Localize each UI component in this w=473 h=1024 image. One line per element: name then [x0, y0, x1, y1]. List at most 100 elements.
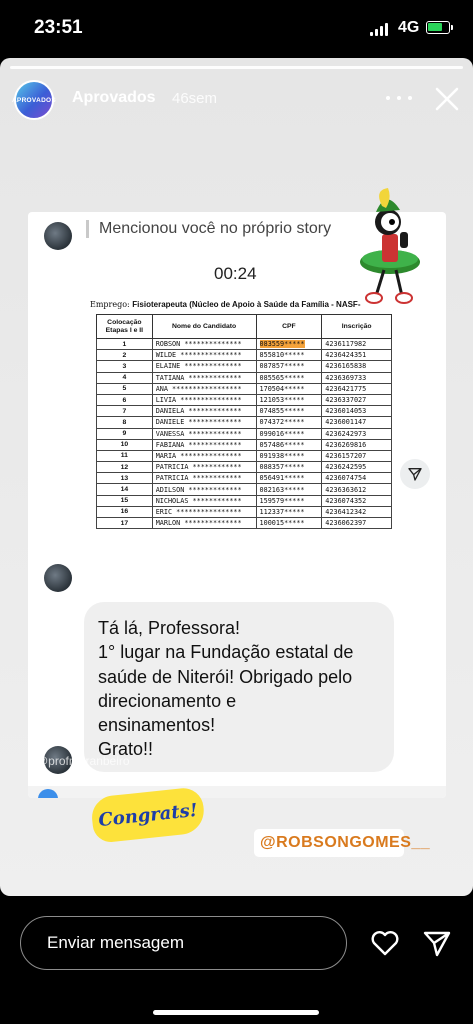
- name-cell: ELAINE **************: [151, 360, 257, 373]
- table-row: 3 ELAINE ************** 087857***** 4236165…: [96, 360, 392, 373]
- cpf-cell: 100015*****: [255, 516, 323, 530]
- name-cell: NICHOLAS ************: [151, 494, 257, 507]
- rank-cell: 10: [96, 438, 153, 451]
- table-row: 1 ROBSON ************** 083559***** 4236117…: [96, 337, 392, 351]
- cpf-cell: 083559*****: [255, 337, 323, 351]
- results-table: Colocação Etapas I e II Nome do Candidat…: [96, 314, 392, 530]
- name-cell: FABIANA *************: [151, 438, 257, 451]
- cpf-cell: 091938*****: [255, 449, 323, 463]
- message-bubble: Tá lá, Professora! 1° lugar na Fundação …: [84, 602, 394, 772]
- mention-tag[interactable]: @profmaranbeiro: [36, 754, 130, 768]
- message-line: Grato!!: [98, 739, 154, 760]
- rank-cell: 2: [96, 349, 153, 362]
- table-row: 9 VANESSA ************* 099016***** 4236242…: [96, 427, 392, 440]
- video-timer: 00:24: [214, 264, 257, 283]
- registration-cell: 4236337027: [321, 393, 392, 407]
- rank-cell: 6: [96, 393, 153, 407]
- message-line: direcionamento e: [98, 690, 237, 711]
- name-cell: DANIELA *************: [151, 405, 257, 418]
- table-row: 17 MARLON ************** 100015***** 423606…: [96, 516, 392, 530]
- rank-cell: 9: [96, 427, 153, 440]
- account-name[interactable]: Aprovados: [72, 89, 156, 107]
- column-header: CPF: [255, 314, 323, 339]
- name-cell: MARLON **************: [151, 516, 257, 530]
- message-line: Tá lá, Professora!: [98, 618, 241, 638]
- signal-icon: [370, 22, 390, 36]
- story-progress-bar: [10, 66, 463, 69]
- sender-avatar: [44, 564, 72, 592]
- more-dots-icon[interactable]: [386, 88, 412, 108]
- rank-cell: 17: [96, 516, 153, 530]
- cpf-cell: 170504*****: [255, 382, 323, 395]
- registration-cell: 4236412342: [321, 505, 392, 519]
- registration-cell: 4236363612: [321, 483, 392, 496]
- heart-icon[interactable]: [370, 928, 400, 958]
- rank-cell: 3: [96, 360, 153, 373]
- story-card[interactable]: APROVADOS Aprovados 46sem Mencionou você…: [0, 58, 473, 896]
- camera-icon: [38, 789, 58, 798]
- registration-cell: 4236424351: [321, 349, 392, 362]
- registration-cell: 4236117982: [321, 337, 392, 351]
- cpf-cell: 074855*****: [255, 405, 323, 418]
- table-row: 7 DANIELA ************* 074855***** 4236014…: [96, 405, 392, 418]
- status-bar: 23:51 4G: [0, 0, 473, 58]
- send-icon[interactable]: [422, 928, 452, 958]
- cpf-cell: 159579*****: [255, 494, 323, 507]
- cpf-cell: 074372*****: [255, 416, 323, 429]
- rank-cell: 7: [96, 405, 153, 418]
- table-row: 13 PATRICIA ************ 056491***** 423607…: [96, 472, 392, 485]
- cpf-cell: 082163*****: [255, 483, 323, 496]
- name-cell: VANESSA *************: [151, 427, 257, 440]
- message-input[interactable]: Enviar mensagem: [20, 916, 347, 970]
- name-cell: TATIANA *************: [151, 371, 257, 384]
- name-cell: PATRICIA ************: [151, 461, 257, 474]
- cpf-cell: 088357*****: [255, 461, 323, 474]
- registration-cell: 4236074352: [321, 494, 392, 507]
- registration-cell: 4236242973: [321, 427, 392, 440]
- rank-cell: 1: [96, 337, 153, 351]
- account-avatar[interactable]: APROVADOS: [11, 80, 57, 120]
- column-header: Nome do Candidato: [151, 314, 257, 339]
- message-placeholder: Enviar mensagem: [47, 933, 185, 952]
- send-icon: [408, 468, 422, 481]
- cpf-cell: 087857*****: [255, 360, 323, 373]
- forward-button[interactable]: [400, 459, 430, 489]
- employment-value: Fisioterapeuta (Núcleo de Apoio à Saúde …: [132, 300, 361, 309]
- cartoon-sticker[interactable]: [356, 186, 424, 310]
- cpf-cell: 112337*****: [255, 505, 323, 519]
- handle-mention-tag[interactable]: @ROBSONGOMES__: [254, 829, 430, 857]
- cpf-cell: 855810*****: [255, 349, 323, 362]
- rank-cell: 12: [96, 461, 153, 474]
- avatar-text: APROVADOS: [11, 96, 57, 104]
- column-header: Colocação Etapas I e II: [96, 314, 153, 339]
- results-table-body: 1 ROBSON ************** 083559***** 4236117…: [96, 337, 392, 530]
- battery-icon: [426, 21, 450, 34]
- close-icon[interactable]: [432, 84, 462, 114]
- network-label: 4G: [398, 19, 420, 36]
- rank-cell: 16: [96, 505, 153, 519]
- table-row: 5 ANA ***************** 170504***** 4236421…: [96, 382, 392, 395]
- name-cell: DANIELE *************: [151, 416, 257, 429]
- table-row: 10 FABIANA ************* 057486***** 423626…: [96, 438, 392, 451]
- name-cell: WILDE ***************: [151, 349, 257, 362]
- registration-cell: 4236369733: [321, 371, 392, 384]
- cpf-cell: 099016*****: [255, 427, 323, 440]
- table-row: 16 ERIC **************** 112337***** 423641…: [96, 505, 392, 519]
- registration-cell: 4236001147: [321, 416, 392, 429]
- cpf-cell: 057486*****: [255, 438, 323, 451]
- registration-cell: 4236165838: [321, 360, 392, 373]
- clock: 23:51: [34, 17, 83, 38]
- table-row: 11 MARIA *************** 091938***** 423615…: [96, 449, 392, 463]
- registration-cell: 4236014053: [321, 405, 392, 418]
- battery-tip: [451, 25, 453, 30]
- story-age: 46sem: [172, 90, 218, 107]
- cpf-cell: 085565*****: [255, 371, 323, 384]
- registration-cell: 4236269816: [321, 438, 392, 451]
- table-row: 14 ADILSON ************* 082163***** 423636…: [96, 483, 392, 496]
- name-cell: MARIA ***************: [151, 449, 257, 463]
- home-indicator: [153, 1010, 319, 1015]
- employment-label: Emprego:: [90, 300, 130, 309]
- name-cell: ANA *****************: [151, 382, 257, 395]
- rank-cell: 4: [96, 371, 153, 384]
- mention-notice: Mencionou você no próprio story: [86, 220, 331, 238]
